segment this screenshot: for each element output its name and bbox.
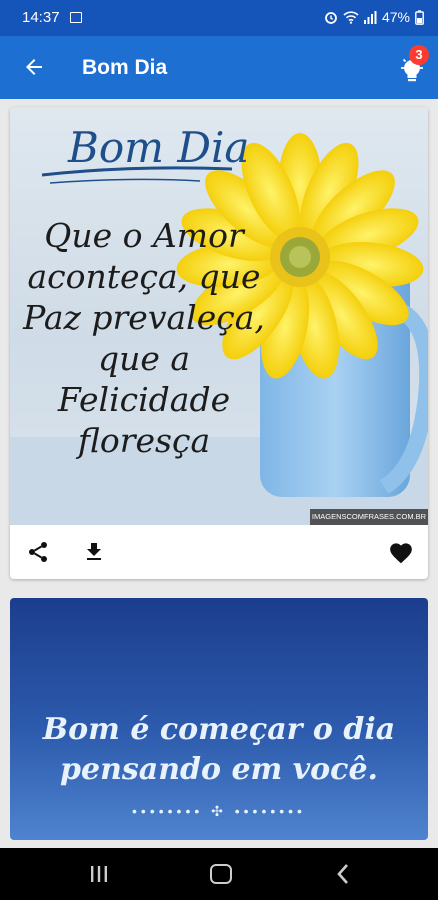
app-bar: Bom Dia 3 [0, 36, 438, 99]
wifi-icon [343, 11, 359, 24]
image-card-2[interactable]: Bom é começar o dia pensando em você. ••… [10, 598, 428, 840]
status-icons: 47% [324, 9, 424, 25]
download-icon[interactable] [82, 540, 106, 564]
battery-icon [415, 9, 424, 25]
image-card: Bom Dia Que o Amor aconteça, que Paz pre… [10, 107, 428, 579]
notification-badge: 3 [409, 45, 429, 65]
quote-line: Bom é começar o dia [42, 712, 396, 747]
quote-line: aconteça, que [27, 257, 261, 296]
quote-line: Que o Amor [44, 216, 244, 255]
share-icon[interactable] [26, 540, 50, 564]
status-time: 14:37 [22, 9, 60, 26]
heart-icon[interactable] [388, 540, 414, 564]
card-actions [10, 525, 428, 579]
card-title-script: Bom Dia [68, 123, 250, 172]
status-bar: 14:37 47% [0, 0, 438, 36]
alarm-icon [325, 12, 337, 24]
card-quote: Que o Amor aconteça, que Paz prevaleça, … [10, 215, 278, 461]
nav-back-icon[interactable] [335, 863, 351, 885]
home-icon[interactable] [210, 864, 232, 884]
card-image[interactable]: Bom Dia Que o Amor aconteça, que Paz pre… [10, 107, 428, 525]
quote-line: floresça [77, 421, 211, 460]
quote-line: que a [97, 339, 191, 378]
quote-line: Paz prevaleça, [23, 298, 265, 337]
image-watermark: IMAGENSCOMFRASES.COM.BR [311, 512, 427, 521]
card2-quote: Bom é começar o dia pensando em você. [10, 710, 428, 790]
quote-line: pensando em você. [60, 752, 378, 787]
back-arrow-icon[interactable] [22, 55, 46, 79]
quote-line: Felicidade [57, 380, 231, 419]
battery-percent: 47% [381, 9, 410, 25]
page-title: Bom Dia [82, 56, 168, 79]
ornament-divider: •••••••• ✣ •••••••• [132, 803, 306, 819]
system-nav-bar [0, 848, 438, 900]
signal-icon [363, 11, 377, 24]
gallery-icon [70, 12, 82, 23]
recents-icon[interactable] [90, 864, 108, 884]
